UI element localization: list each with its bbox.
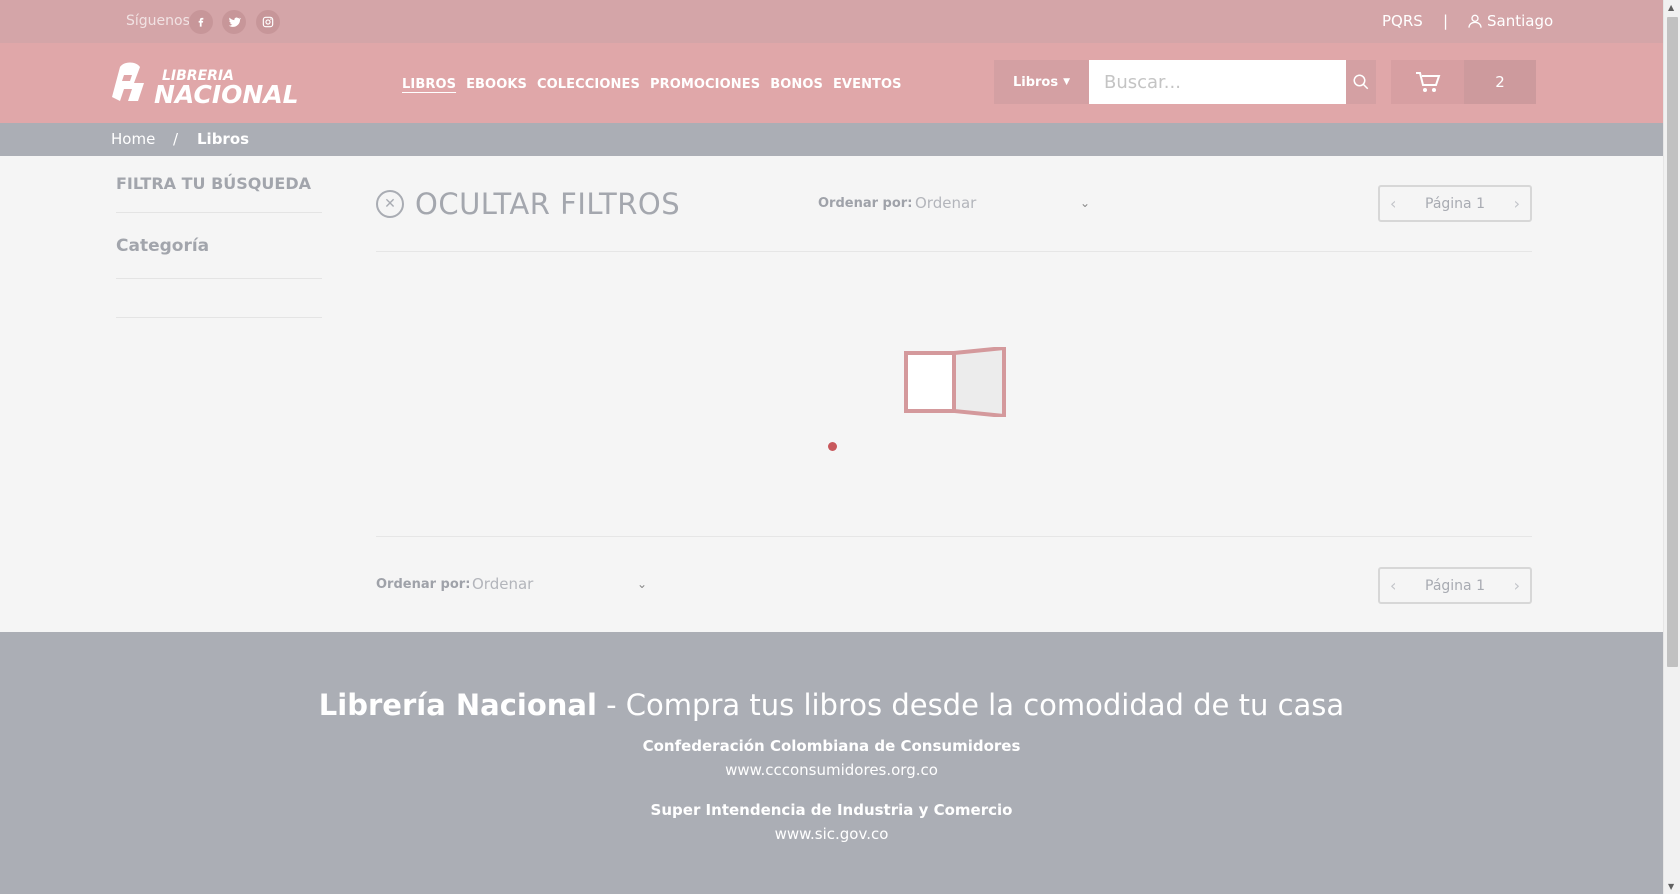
page-label: Página 1: [1425, 195, 1485, 212]
breadcrumb: Home / Libros: [0, 123, 1663, 156]
close-icon[interactable]: ✕: [376, 190, 404, 218]
scrollbar-thumb[interactable]: [1667, 17, 1678, 667]
next-page-button[interactable]: ›: [1514, 194, 1520, 213]
nav-colecciones[interactable]: COLECCIONES: [537, 77, 640, 92]
search-category-label: Libros: [1012, 74, 1059, 90]
scroll-down-icon[interactable]: ▼: [1668, 882, 1674, 891]
footer-headline: Librería Nacional - Compra tus libros de…: [0, 688, 1663, 722]
filter-title: FILTRA TU BÚSQUEDA: [116, 174, 311, 193]
top-bar: Síguenos PQRS | Santiago: [0, 0, 1663, 43]
search-icon: [1353, 74, 1369, 90]
instagram-icon[interactable]: [256, 10, 280, 34]
nav-promociones[interactable]: PROMOCIONES: [650, 77, 760, 92]
hide-filters-button[interactable]: OCULTAR FILTROS: [415, 187, 680, 221]
caret-down-icon: ▼: [1063, 77, 1071, 87]
search-button[interactable]: [1346, 60, 1376, 104]
footer-org1-name: Confederación Colombiana de Consumidores: [642, 737, 1021, 755]
book-loading-icon: [904, 347, 1006, 417]
sort-select[interactable]: Ordenar ⌄: [915, 194, 1090, 212]
sort-value: Ordenar: [915, 194, 977, 212]
divider: [376, 251, 1532, 252]
divider: |: [1443, 12, 1449, 30]
scroll-up-icon[interactable]: ▲: [1668, 3, 1674, 12]
divider: [116, 278, 322, 279]
chevron-down-icon: ⌄: [636, 577, 647, 591]
prev-page-button[interactable]: ‹: [1390, 576, 1396, 595]
chevron-down-icon: ⌄: [1079, 196, 1090, 210]
divider: [116, 212, 322, 213]
page-label: Página 1: [1425, 577, 1485, 594]
filter-sidebar: FILTRA TU BÚSQUEDA Categoría: [0, 156, 342, 632]
nav-ebooks[interactable]: EBOOKS: [466, 77, 527, 92]
sort-value: Ordenar: [472, 575, 534, 593]
follow-label: Síguenos: [126, 13, 190, 29]
page-scrollbar[interactable]: ▲ ▼: [1663, 0, 1680, 894]
filter-category-toggle[interactable]: Categoría: [116, 236, 209, 256]
pqrs-link[interactable]: PQRS: [1382, 12, 1423, 30]
next-page-button[interactable]: ›: [1514, 576, 1520, 595]
breadcrumb-current: Libros: [197, 130, 250, 148]
footer-brand: Librería Nacional: [318, 688, 597, 722]
breadcrumb-home[interactable]: Home: [111, 130, 155, 148]
divider: [376, 536, 1532, 537]
user-account-link[interactable]: Santiago: [1467, 12, 1553, 30]
breadcrumb-separator: /: [173, 130, 179, 148]
nav-eventos[interactable]: EVENTOS: [833, 77, 902, 92]
cart-count: 2: [1464, 60, 1536, 104]
main-nav: LIBROS EBOOKS COLECCIONES PROMOCIONES BO…: [402, 77, 902, 92]
search-category-dropdown[interactable]: Libros ▼: [994, 60, 1089, 104]
divider: [116, 317, 322, 318]
search-input[interactable]: [1089, 60, 1346, 104]
brand-line2: NACIONAL: [154, 80, 299, 105]
user-icon: [1468, 14, 1482, 28]
nav-libros[interactable]: LIBROS: [402, 77, 456, 92]
cart-button[interactable]: 2: [1391, 60, 1536, 104]
user-name: Santiago: [1487, 12, 1554, 30]
footer-org1-link[interactable]: www.ccconsumidores.org.co: [0, 761, 1663, 779]
footer-org2-name: Super Intendencia de Industria y Comerci…: [650, 801, 1013, 819]
prev-page-button[interactable]: ‹: [1390, 194, 1396, 213]
main-header: LIBRERIA NACIONAL LIBROS EBOOKS COLECCIO…: [0, 43, 1663, 123]
footer-org2-link[interactable]: www.sic.gov.co: [0, 825, 1663, 843]
twitter-icon[interactable]: [222, 10, 246, 34]
pagination-bottom: ‹ Página 1 ›: [1378, 567, 1532, 604]
footer-tagline: - Compra tus libros desde la comodidad d…: [596, 688, 1345, 722]
libreria-nacional-logo[interactable]: LIBRERIA NACIONAL: [110, 61, 315, 105]
sort-select[interactable]: Ordenar ⌄: [472, 575, 647, 593]
facebook-icon[interactable]: [189, 10, 213, 34]
results-panel: ✕ OCULTAR FILTROS Ordenar por: Ordenar ⌄…: [342, 156, 1663, 632]
nav-bonos[interactable]: BONOS: [770, 77, 823, 92]
sort-label: Ordenar por:: [376, 577, 471, 592]
cart-icon: [1415, 72, 1440, 92]
loading-dot: [828, 442, 837, 451]
pagination-top: ‹ Página 1 ›: [1378, 185, 1532, 222]
sort-label: Ordenar por:: [818, 196, 913, 211]
site-footer: Librería Nacional - Compra tus libros de…: [0, 632, 1663, 894]
